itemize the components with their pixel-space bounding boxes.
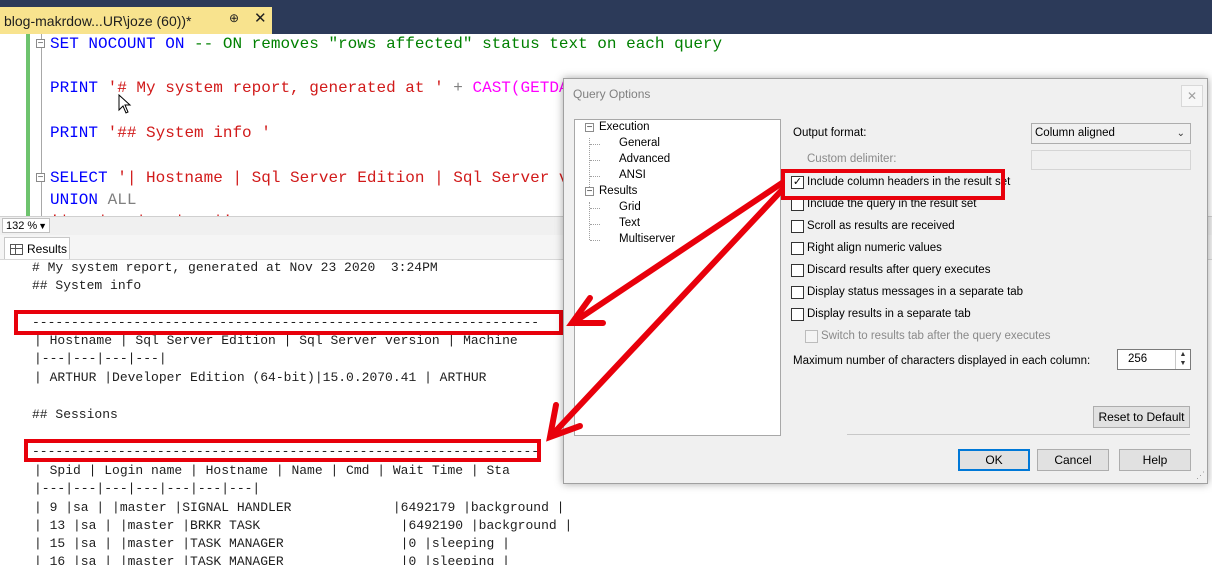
- max-chars-stepper[interactable]: 256 ▲ ▼: [1117, 349, 1191, 370]
- right-align-label: Right align numeric values: [807, 242, 942, 254]
- document-tab-bar: blog-makrdow...UR\joze (60))* ⊕ ✕: [0, 0, 1212, 34]
- scroll-results-label: Scroll as results are received: [807, 220, 955, 232]
- tree-item-execution[interactable]: Execution: [599, 121, 650, 133]
- tree-item-multiserver[interactable]: Multiserver: [619, 233, 675, 245]
- results-grid-icon: [10, 244, 23, 255]
- custom-delimiter-field[interactable]: [1031, 150, 1191, 170]
- result-line: | 16 |sa | |master |TASK MANAGER |0 |sle…: [34, 554, 510, 565]
- highlight-box: [24, 439, 541, 462]
- status-messages-tab-label: Display status messages in a separate ta…: [807, 286, 1024, 298]
- reset-to-default-button[interactable]: Reset to Default: [1093, 406, 1190, 428]
- code-line-3: PRINT '## System info ': [50, 124, 271, 142]
- help-button[interactable]: Help: [1119, 449, 1191, 471]
- highlight-box: [781, 169, 1005, 200]
- scroll-results-checkbox[interactable]: [791, 220, 804, 233]
- zoom-value: 132 %: [6, 220, 38, 232]
- tree-item-ansi[interactable]: ANSI: [619, 169, 646, 181]
- custom-delimiter-label: Custom delimiter:: [807, 153, 897, 165]
- result-line: ## System info: [32, 278, 142, 293]
- stepper-arrows-icon[interactable]: ▲ ▼: [1175, 350, 1190, 369]
- dialog-separator: [847, 434, 1190, 435]
- collapse-icon[interactable]: −: [36, 173, 45, 183]
- query-options-dialog: Query Options ✕ − Execution General Adva…: [563, 78, 1208, 484]
- result-line: |---|---|---|---|: [34, 351, 167, 366]
- chevron-down-icon: ▼: [38, 221, 47, 231]
- document-tab[interactable]: blog-makrdow...UR\joze (60))* ⊕ ✕: [0, 7, 272, 34]
- collapse-icon[interactable]: −: [36, 39, 45, 49]
- switch-results-tab-label: Switch to results tab after the query ex…: [821, 330, 1051, 342]
- mouse-cursor-icon: [118, 94, 132, 114]
- chevron-down-icon: ⌄: [1176, 128, 1185, 139]
- tree-item-text[interactable]: Text: [619, 217, 640, 229]
- tab-results-label: Results: [27, 242, 68, 256]
- pin-icon[interactable]: ⊕: [229, 11, 239, 25]
- dialog-title: Query Options: [573, 87, 651, 101]
- result-line: | ARTHUR |Developer Edition (64-bit)|15.…: [34, 370, 487, 385]
- close-icon[interactable]: ✕: [1181, 85, 1203, 107]
- right-align-checkbox[interactable]: [791, 242, 804, 255]
- tree-item-grid[interactable]: Grid: [619, 201, 641, 213]
- result-line: # My system report, generated at Nov 23 …: [32, 260, 438, 275]
- code-line-4: SELECT '| Hostname | Sql Server Edition …: [50, 169, 579, 187]
- tree-item-advanced[interactable]: Advanced: [619, 153, 670, 165]
- tree-item-results[interactable]: Results: [599, 185, 637, 197]
- result-line: | 9 |sa | |master |SIGNAL HANDLER |64921…: [34, 500, 565, 515]
- output-format-select[interactable]: Column aligned ⌄: [1031, 123, 1191, 144]
- switch-results-tab-checkbox: [805, 330, 818, 343]
- status-messages-tab-checkbox[interactable]: [791, 286, 804, 299]
- results-separate-tab-label: Display results in a separate tab: [807, 308, 971, 320]
- ok-button[interactable]: OK: [958, 449, 1030, 471]
- discard-results-checkbox[interactable]: [791, 264, 804, 277]
- result-line: | 15 |sa | |master |TASK MANAGER |0 |sle…: [34, 536, 510, 551]
- max-chars-label: Maximum number of characters displayed i…: [793, 355, 1091, 367]
- change-tracking-bar: [26, 34, 30, 216]
- tab-results[interactable]: Results: [4, 237, 70, 259]
- results-separate-tab-checkbox[interactable]: [791, 308, 804, 321]
- result-line: |---|---|---|---|---|---|---|: [34, 481, 261, 496]
- resize-grip-icon[interactable]: ⋰: [1196, 470, 1205, 481]
- close-tab-icon[interactable]: ✕: [254, 9, 267, 27]
- output-format-value: Column aligned: [1035, 127, 1115, 139]
- max-chars-value: 256: [1128, 353, 1148, 365]
- tree-item-general[interactable]: General: [619, 137, 660, 149]
- zoom-dropdown[interactable]: 132 % ▼: [2, 218, 50, 233]
- discard-results-label: Discard results after query executes: [807, 264, 991, 276]
- document-tab-title: blog-makrdow...UR\joze (60))*: [4, 12, 192, 29]
- outline-line: [41, 34, 42, 216]
- highlight-box: [14, 310, 563, 335]
- result-line: | Hostname | Sql Server Edition | Sql Se…: [34, 333, 518, 348]
- code-line-1: SET NOCOUNT ON -- ON removes "rows affec…: [50, 35, 723, 53]
- cancel-button[interactable]: Cancel: [1037, 449, 1109, 471]
- result-line: ## Sessions: [32, 407, 118, 422]
- options-tree[interactable]: − Execution General Advanced ANSI − Resu…: [574, 119, 781, 436]
- result-line: | Spid | Login name | Hostname | Name | …: [34, 463, 510, 478]
- output-format-label: Output format:: [793, 127, 867, 139]
- code-line-5: UNION ALL: [50, 191, 137, 209]
- collapse-icon[interactable]: −: [585, 123, 594, 133]
- collapse-icon[interactable]: −: [585, 187, 594, 197]
- result-line: | 13 |sa | |master |BRKR TASK |6492190 |…: [34, 518, 573, 533]
